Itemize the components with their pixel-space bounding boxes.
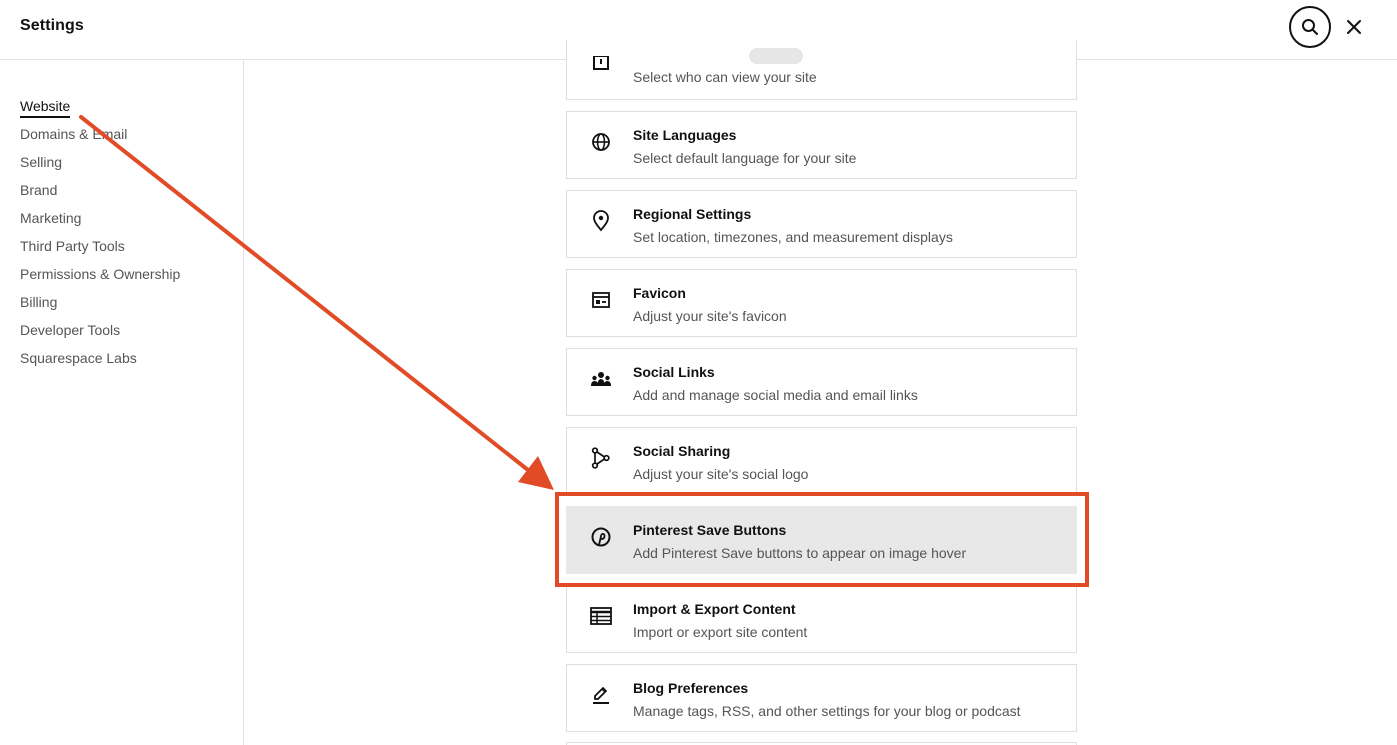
card-description: Adjust your site's favicon (633, 308, 787, 324)
sidebar-item-label: Marketing (20, 210, 82, 226)
sidebar-item-label: Developer Tools (20, 322, 121, 338)
sidebar-item-label: Brand (20, 182, 58, 198)
card-title: Regional Settings (633, 206, 752, 222)
card-description: Add Pinterest Save buttons to appear on … (633, 545, 967, 561)
card-title: Blog Preferences (633, 680, 749, 696)
settings-sidebar: Website Domains & Email Selling Brand Ma… (0, 60, 244, 745)
people-icon (589, 367, 613, 391)
search-button[interactable] (1289, 6, 1331, 48)
card-title: Social Sharing (633, 443, 731, 459)
close-icon (1347, 20, 1361, 34)
card-title: Pinterest Save Buttons (633, 522, 787, 538)
sidebar-item-third-party-tools[interactable]: Third Party Tools (20, 238, 125, 254)
card-description: Adjust your site's social logo (633, 466, 809, 482)
sidebar-item-squarespace-labs[interactable]: Squarespace Labs (20, 350, 137, 366)
card-description: Select who can view your site (633, 69, 817, 85)
table-icon (589, 604, 613, 628)
card-title: Social Links (633, 364, 715, 380)
globe-icon (589, 130, 613, 154)
sidebar-item-label: Third Party Tools (20, 238, 125, 254)
settings-card-social-sharing[interactable]: Social Sharing Adjust your site's social… (566, 427, 1077, 495)
card-description: Select default language for your site (633, 150, 857, 166)
edit-icon (589, 683, 613, 707)
card-title: Import & Export Content (633, 601, 796, 617)
sidebar-item-brand[interactable]: Brand (20, 182, 57, 198)
settings-card-social-links[interactable]: Social Links Add and manage social media… (566, 348, 1077, 416)
sidebar-item-label: Permissions & Ownership (20, 266, 181, 282)
status-badge (749, 48, 803, 64)
settings-card-favicon[interactable]: Favicon Adjust your site's favicon (566, 269, 1077, 337)
sidebar-item-label: Website (20, 98, 71, 118)
sidebar-item-domains-email[interactable]: Domains & Email (20, 126, 127, 142)
lock-icon (589, 46, 613, 70)
settings-card-regional-settings[interactable]: Regional Settings Set location, timezone… (566, 190, 1077, 258)
settings-card-site-availability[interactable]: Select who can view your site (566, 40, 1077, 100)
card-description: Import or export site content (633, 624, 808, 640)
sidebar-item-selling[interactable]: Selling (20, 154, 62, 170)
card-description: Add and manage social media and email li… (633, 387, 918, 403)
sidebar-item-marketing[interactable]: Marketing (20, 210, 81, 226)
sidebar-item-label: Domains & Email (20, 126, 128, 142)
search-icon (1302, 19, 1318, 35)
location-pin-icon (589, 209, 613, 233)
sidebar-item-label: Squarespace Labs (20, 350, 137, 366)
sidebar-item-label: Selling (20, 154, 63, 170)
sidebar-item-website[interactable]: Website (20, 98, 71, 118)
close-button[interactable] (1341, 14, 1367, 40)
settings-card-site-languages[interactable]: Site Languages Select default language f… (566, 111, 1077, 179)
favicon-icon (589, 288, 613, 312)
settings-card-import-export-content[interactable]: Import & Export Content Import or export… (566, 585, 1077, 653)
sidebar-item-developer-tools[interactable]: Developer Tools (20, 322, 120, 338)
card-title: Site Languages (633, 127, 737, 143)
share-icon (589, 446, 613, 470)
settings-card-pinterest-save-buttons[interactable]: Pinterest Save Buttons Add Pinterest Sav… (566, 506, 1077, 574)
settings-card-blog-preferences[interactable]: Blog Preferences Manage tags, RSS, and o… (566, 664, 1077, 732)
sidebar-item-permissions-ownership[interactable]: Permissions & Ownership (20, 266, 180, 282)
page-title: Settings (20, 17, 84, 34)
card-title: Favicon (633, 285, 686, 301)
card-description: Manage tags, RSS, and other settings for… (633, 703, 1021, 719)
pinterest-icon (589, 525, 613, 549)
card-description: Set location, timezones, and measurement… (633, 229, 953, 245)
sidebar-item-billing[interactable]: Billing (20, 294, 57, 310)
sidebar-item-label: Billing (20, 294, 58, 310)
